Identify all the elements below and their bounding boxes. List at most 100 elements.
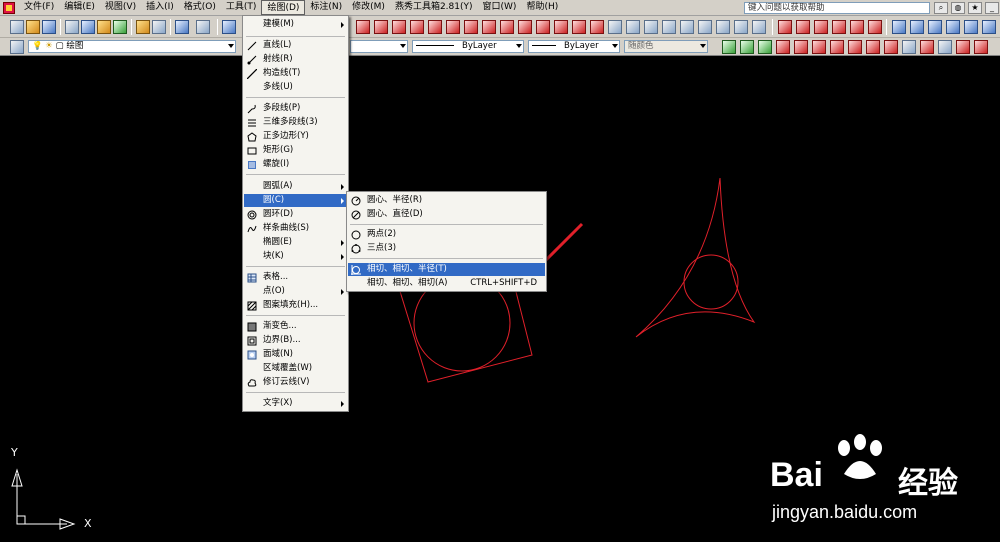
menu-item-ellipse[interactable]: 椭圆(E)	[244, 236, 347, 249]
yx-layer-5-icon[interactable]	[794, 40, 808, 54]
menu-view[interactable]: 视图(V)	[100, 0, 141, 15]
menu-item-circle-ttr[interactable]: 相切、相切、半径(T)	[348, 263, 545, 276]
yx-tool-2-icon[interactable]	[796, 20, 810, 34]
yx-layer-11-icon[interactable]	[902, 40, 916, 54]
menu-item-revcloud[interactable]: 修订云线(V)	[244, 376, 347, 389]
dim-aligned-icon[interactable]	[626, 20, 640, 34]
snap-center-icon[interactable]	[428, 20, 442, 34]
menu-item-circle[interactable]: 圆(C)	[244, 194, 347, 207]
yx-layer-13-icon[interactable]	[938, 40, 952, 54]
menu-item-mline[interactable]: 多线(U)	[244, 81, 347, 94]
app-icon[interactable]	[3, 1, 15, 14]
linetype-combo[interactable]: ByLayer	[412, 40, 524, 53]
snap-quadrant-icon[interactable]	[446, 20, 460, 34]
pan-icon[interactable]	[222, 20, 236, 34]
dim-arc-icon[interactable]	[644, 20, 658, 34]
menu-help[interactable]: 帮助(H)	[521, 0, 563, 15]
favorites-icon[interactable]: ★	[968, 2, 982, 14]
dim-quick-icon[interactable]	[752, 20, 766, 34]
dim-jogged-icon[interactable]	[698, 20, 712, 34]
menu-draw[interactable]: 绘图(D)	[261, 0, 306, 15]
menu-item-boundary[interactable]: 边界(B)...	[244, 334, 347, 347]
menu-edit[interactable]: 编辑(E)	[59, 0, 100, 15]
menu-item-gradient[interactable]: 渐变色...	[244, 320, 347, 333]
communication-icon[interactable]: ◍	[951, 2, 965, 14]
menu-item-polygon[interactable]: 正多边形(Y)	[244, 130, 347, 143]
menu-item-modeling[interactable]: 建模(M)	[244, 18, 347, 31]
menu-tools[interactable]: 工具(T)	[221, 0, 262, 15]
new-file-icon[interactable]	[10, 20, 24, 34]
menu-dimension[interactable]: 标注(N)	[305, 0, 347, 15]
yx-layer-7-icon[interactable]	[830, 40, 844, 54]
menu-item-point[interactable]: 点(O)	[244, 285, 347, 298]
yx-tool-8-icon[interactable]	[910, 20, 924, 34]
publish-icon[interactable]	[97, 20, 111, 34]
menu-item-donut[interactable]: 圆环(D)	[244, 208, 347, 221]
snap-none-icon[interactable]	[572, 20, 586, 34]
snap-nearest-icon[interactable]	[554, 20, 568, 34]
snap-midpoint-icon[interactable]	[374, 20, 388, 34]
save-icon[interactable]	[42, 20, 56, 34]
menu-item-circle-ttt[interactable]: 相切、相切、相切(A) CTRL+SHIFT+D	[348, 277, 545, 290]
yx-layer-6-icon[interactable]	[812, 40, 826, 54]
menu-item-circle-3p[interactable]: 三点(3)	[348, 242, 545, 255]
yx-layer-8-icon[interactable]	[848, 40, 862, 54]
menu-item-spline[interactable]: 样条曲线(S)	[244, 222, 347, 235]
snap-node-icon[interactable]	[536, 20, 550, 34]
yx-layer-10-icon[interactable]	[884, 40, 898, 54]
snap-insert-icon[interactable]	[518, 20, 532, 34]
menu-item-arc[interactable]: 圆弧(A)	[244, 180, 347, 193]
open-folder-icon[interactable]	[26, 20, 40, 34]
menu-window[interactable]: 窗口(W)	[478, 0, 522, 15]
snap-settings-icon[interactable]	[590, 20, 604, 34]
plot-preview-icon[interactable]	[81, 20, 95, 34]
yx-tool-1-icon[interactable]	[778, 20, 792, 34]
snap-perpendicular-icon[interactable]	[482, 20, 496, 34]
snap-intersection-icon[interactable]	[392, 20, 406, 34]
snap-apparent-icon[interactable]	[410, 20, 424, 34]
3d-dwf-icon[interactable]	[113, 20, 127, 34]
snap-tangent-icon[interactable]	[464, 20, 478, 34]
search-icon[interactable]: ⌕	[934, 2, 948, 14]
menu-modify[interactable]: 修改(M)	[347, 0, 390, 15]
layer-manager-icon[interactable]	[10, 40, 24, 54]
yx-tool-3-icon[interactable]	[814, 20, 828, 34]
menu-item-hatch[interactable]: 图案填充(H)...	[244, 299, 347, 312]
menu-item-xline[interactable]: 构造线(T)	[244, 67, 347, 80]
yx-tool-12-icon[interactable]	[982, 20, 996, 34]
dim-ordinate-icon[interactable]	[662, 20, 676, 34]
yx-tool-7-icon[interactable]	[892, 20, 906, 34]
yx-tool-4-icon[interactable]	[832, 20, 846, 34]
yx-layer-4-icon[interactable]	[776, 40, 790, 54]
menu-item-block[interactable]: 块(K)	[244, 250, 347, 263]
yx-tool-6-icon[interactable]	[868, 20, 882, 34]
menu-item-helix[interactable]: 螺旋(I)	[244, 158, 347, 171]
yx-layer-1-icon[interactable]	[722, 40, 736, 54]
yx-tool-9-icon[interactable]	[928, 20, 942, 34]
undo-icon[interactable]	[175, 20, 189, 34]
menu-yanxiu-tools[interactable]: 燕秀工具箱2.81(Y)	[390, 0, 478, 15]
yx-tool-10-icon[interactable]	[946, 20, 960, 34]
yx-layer-12-icon[interactable]	[920, 40, 934, 54]
plotstyle-combo[interactable]: 随颜色	[624, 40, 708, 53]
lineweight-combo[interactable]: ByLayer	[528, 40, 620, 53]
layer-combo[interactable]: 💡 ☀ ▢ 绘图	[28, 40, 236, 53]
menu-item-region[interactable]: 面域(N)	[244, 348, 347, 361]
dim-radius-icon[interactable]	[680, 20, 694, 34]
yx-layer-9-icon[interactable]	[866, 40, 880, 54]
menu-item-circle-center-diameter[interactable]: 圆心、直径(D)	[348, 208, 545, 221]
yx-layer-3-icon[interactable]	[758, 40, 772, 54]
yx-layer-14-icon[interactable]	[956, 40, 970, 54]
help-search-input[interactable]: 键入问题以获取帮助	[744, 2, 930, 14]
menu-item-line[interactable]: 直线(L)	[244, 39, 347, 52]
dim-linear-icon[interactable]	[608, 20, 622, 34]
yx-tool-5-icon[interactable]	[850, 20, 864, 34]
menu-item-table[interactable]: 表格...	[244, 271, 347, 284]
yx-tool-11-icon[interactable]	[964, 20, 978, 34]
snap-parallel-icon[interactable]	[500, 20, 514, 34]
menu-item-polyline[interactable]: 多段线(P)	[244, 102, 347, 115]
menu-item-wipeout[interactable]: 区域覆盖(W)	[244, 362, 347, 375]
copy-icon[interactable]	[152, 20, 166, 34]
menu-item-3dpolyline[interactable]: 三维多段线(3)	[244, 116, 347, 129]
menu-item-rectangle[interactable]: 矩形(G)	[244, 144, 347, 157]
